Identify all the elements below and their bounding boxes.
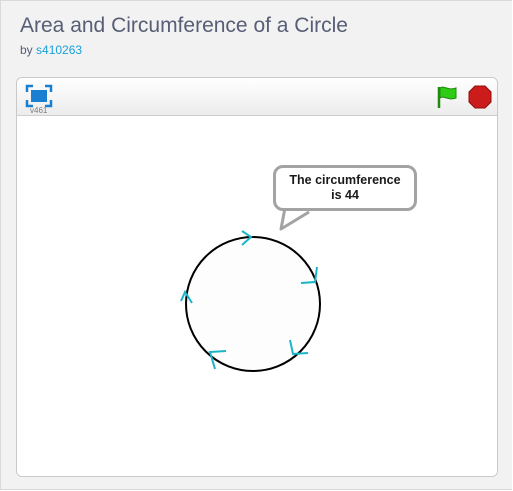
speech-text-line2: is 44 [331, 188, 359, 202]
stop-button[interactable] [468, 85, 492, 109]
speech-bubble-tail [279, 207, 310, 231]
stage-canvas[interactable]: The circumference is 44 [17, 116, 497, 476]
fullscreen-button[interactable] [25, 84, 53, 108]
project-page: Area and Circumference of a Circle by s4… [0, 0, 512, 490]
stage-drawing [180, 207, 321, 372]
player-controls-bar: v461 [17, 78, 497, 116]
author-link[interactable]: s410263 [36, 43, 82, 57]
drawn-circle [185, 236, 321, 372]
by-label: by [20, 43, 33, 57]
stop-sign-icon [468, 85, 492, 109]
green-flag-icon [437, 86, 457, 108]
speech-text-line1: The circumference [289, 173, 401, 187]
project-byline: by s410263 [20, 43, 82, 57]
speech-bubble: The circumference is 44 [273, 165, 417, 211]
fullscreen-icon [25, 84, 53, 108]
green-flag-button[interactable] [434, 84, 460, 110]
project-player: v461 The circumference is 44 [16, 77, 498, 477]
player-version: v461 [30, 106, 48, 115]
project-title: Area and Circumference of a Circle [20, 14, 348, 37]
